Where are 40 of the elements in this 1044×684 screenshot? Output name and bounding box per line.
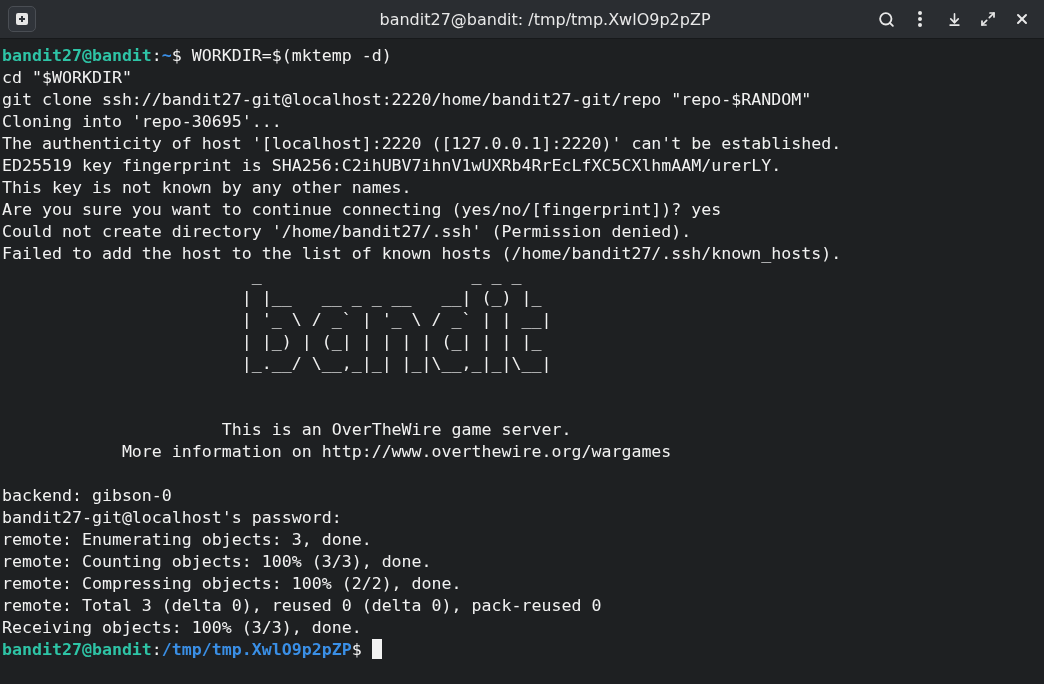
- new-tab-button[interactable]: [8, 6, 36, 32]
- prompt-symbol: $: [171, 46, 182, 65]
- command-text: WORKDIR=$(mktemp -d): [190, 46, 392, 65]
- terminal-output: git clone ssh://bandit27-git@localhost:2220/home/bandit27-git/repo "repo-$RANDOM": [2, 90, 812, 109]
- terminal-output: bandit27-git@localhost's password:: [2, 508, 342, 527]
- terminal-output: Are you sure you want to continue connecting (yes/no/[fingerprint])? yes: [2, 200, 722, 219]
- search-icon: [877, 10, 895, 28]
- terminal-output: _ _ _ _: [250, 266, 522, 285]
- terminal-output: remote: Compressing objects: 100% (2/2), done.: [2, 574, 462, 593]
- terminal-output: remote: Total 3 (delta 0), reused 0 (delta 0), pack-reused 0: [2, 596, 602, 615]
- terminal-output: Receiving objects: 100% (3/3), done.: [2, 618, 362, 637]
- terminal-output: This is an OverTheWire game server.: [220, 420, 572, 439]
- terminal-output: ED25519 key fingerprint is SHA256:C2ihUBV7ihnV1wUXRb4RrEcLfXC5CXlhmAAM/urerLY.: [2, 156, 782, 175]
- maximize-icon: [980, 11, 996, 27]
- terminal-output: remote: Counting objects: 100% (3/3), done.: [2, 552, 432, 571]
- prompt-separator: :: [151, 640, 162, 659]
- prompt-symbol: $: [351, 640, 362, 659]
- window-title: bandit27@bandit: /tmp/tmp.XwlO9p2pZP: [378, 9, 712, 29]
- prompt-user-host: bandit27@bandit: [2, 46, 152, 65]
- down-arrow-icon: [946, 11, 962, 27]
- terminal-output: | '_ \ / _` | '_ \ / _` | | __|: [240, 310, 552, 329]
- terminal-output: More information on http://www.overthewire.org/wargames: [120, 442, 672, 461]
- terminal-output: Cloning into 'repo-30695'...: [2, 112, 282, 131]
- terminal-output: backend: gibson-0: [2, 486, 172, 505]
- prompt-user-host: bandit27@bandit: [2, 640, 152, 659]
- terminal-output: remote: Enumerating objects: 3, done.: [2, 530, 372, 549]
- terminal-output: Failed to add the host to the list of known hosts (/home/bandit27/.ssh/known_hosts).: [2, 244, 842, 263]
- close-icon: [1014, 11, 1030, 27]
- terminal-output: This key is not known by any other names.: [2, 178, 412, 197]
- terminal-output: Could not create directory '/home/bandit27/.ssh' (Permission denied).: [2, 222, 692, 241]
- menu-icon: [918, 11, 922, 27]
- prompt-path: ~: [161, 46, 172, 65]
- prompt-separator: :: [151, 46, 162, 65]
- terminal-output: |_.__/ \__,_|_| |_|\__,_|_|\__|: [240, 354, 552, 373]
- terminal-output: | |__ __ _ _ __ __| (_) |_: [240, 288, 542, 307]
- prompt-path: /tmp/tmp.XwlO9p2pZP: [161, 640, 352, 659]
- terminal-output: | |_) | (_| | | | | (_| | | |_: [240, 332, 542, 351]
- terminal-output: cd "$WORKDIR": [2, 68, 132, 87]
- plus-icon: [15, 12, 29, 26]
- terminal-output: The authenticity of host '[localhost]:2220 ([127.0.0.1]:2220)' can't be established.: [2, 134, 842, 153]
